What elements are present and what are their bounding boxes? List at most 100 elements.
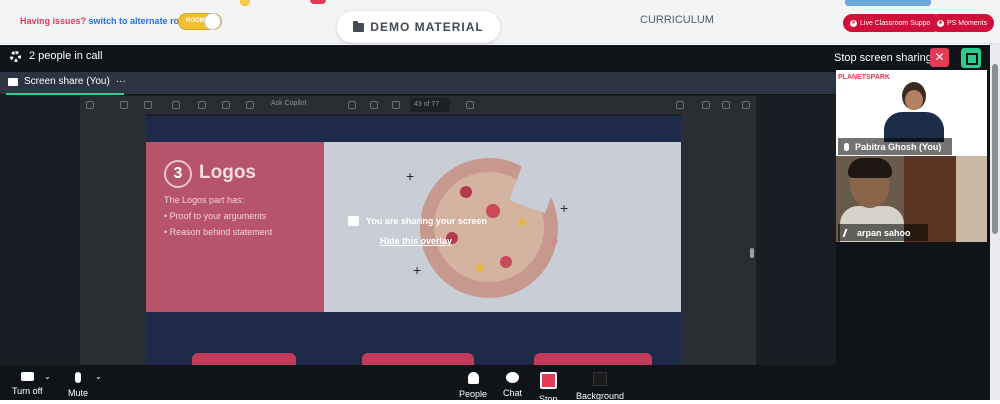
gear-icon[interactable] xyxy=(10,50,21,62)
share-view-button[interactable] xyxy=(961,48,981,68)
sharing-message: You are sharing your screen xyxy=(366,216,487,226)
people-label: People xyxy=(459,389,488,399)
people-count-text: 2 people in call xyxy=(29,50,103,62)
view-icon[interactable] xyxy=(198,101,206,109)
participant-name: arpan sahoo xyxy=(857,227,911,238)
brand-logo: PLANETSPARK xyxy=(838,74,890,81)
pdf-toolbar: Ask Copilot 43 of 77 xyxy=(80,96,756,114)
slide-right-label: P xyxy=(552,238,559,248)
issues-notice: Having issues? switch to alternate room xyxy=(20,16,193,26)
curriculum-tab[interactable]: CURRICULUM xyxy=(640,14,714,26)
live-support-label: Live Classroom Support xyxy=(860,19,935,27)
previous-slide xyxy=(146,116,681,142)
tab-screen-share[interactable]: Screen share (You) ··· xyxy=(8,76,126,87)
hide-overlay-link[interactable]: Hide this overlay xyxy=(380,236,452,246)
ask-copilot[interactable]: Ask Copilot xyxy=(271,100,306,107)
page-indicator[interactable]: 43 of 77 xyxy=(410,98,450,112)
chevron-down-icon[interactable]: ⌄ xyxy=(44,372,51,381)
page-scrollbar[interactable] xyxy=(990,44,1000,400)
chat-button[interactable]: Chat xyxy=(503,372,522,398)
highlight-icon[interactable] xyxy=(144,101,152,109)
mic-muted-icon xyxy=(842,228,853,237)
live-support-button[interactable]: ✕ Live Classroom Support xyxy=(843,14,942,32)
slide-title: Logos xyxy=(199,162,256,183)
pizza-topping xyxy=(476,264,484,272)
camera-icon xyxy=(20,372,34,381)
scrollbar-thumb[interactable] xyxy=(992,64,998,234)
page-number: 43 xyxy=(414,101,422,108)
mic-icon xyxy=(844,142,849,151)
background-icon xyxy=(593,372,608,386)
menu-icon[interactable] xyxy=(86,101,94,109)
slide-intro: The Logos part has: xyxy=(164,195,245,205)
pizza-topping xyxy=(486,204,500,218)
print-icon[interactable] xyxy=(702,101,710,109)
demo-material-button[interactable]: DEMO MATERIAL xyxy=(337,11,500,43)
share-tab-bar: Screen share (You) ··· xyxy=(0,72,836,94)
tab-screen-share-label: Screen share (You) xyxy=(24,76,110,87)
people-button[interactable]: People xyxy=(459,372,487,399)
plus-icon: + xyxy=(560,200,569,216)
stop-sharing-button[interactable]: ✕ xyxy=(930,48,949,67)
decor-bar xyxy=(845,0,931,6)
plus-icon: + xyxy=(413,262,422,278)
zoom-in-icon[interactable] xyxy=(370,101,378,109)
slide-ribbon xyxy=(534,353,652,365)
search-icon[interactable] xyxy=(676,101,684,109)
close-circle-icon: ✕ xyxy=(850,19,857,27)
person-icon xyxy=(467,372,479,384)
fit-icon[interactable] xyxy=(392,101,400,109)
switch-room-link[interactable]: switch to alternate room xyxy=(89,16,193,26)
pdf-margin-left xyxy=(80,114,146,365)
camera-label: Turn off xyxy=(12,386,43,396)
save-icon[interactable] xyxy=(722,101,730,109)
demo-material-label: DEMO MATERIAL xyxy=(370,20,484,34)
pizza-topping xyxy=(518,218,526,226)
slide-number: 3 xyxy=(164,160,192,188)
camera-button[interactable]: Turn off xyxy=(12,372,43,396)
more-icon[interactable]: ··· xyxy=(116,76,126,87)
chat-bubble-icon xyxy=(506,372,519,383)
room-toggle[interactable]: ROOM xyxy=(178,13,222,30)
plus-icon: + xyxy=(406,168,415,184)
slide-ribbon xyxy=(362,353,474,365)
slide-ribbon xyxy=(192,353,296,365)
background-wall xyxy=(956,156,987,242)
draw-icon[interactable] xyxy=(120,101,128,109)
slide-bullet-text: Reason behind statement xyxy=(169,227,273,237)
mute-button[interactable]: Mute xyxy=(68,372,88,398)
share-screen-icon xyxy=(348,216,359,226)
mic-icon xyxy=(75,372,81,383)
toggle-knob xyxy=(204,13,221,30)
ps-moments-button[interactable]: ★ PS Moments xyxy=(930,14,995,32)
room-toggle-label: ROOM xyxy=(186,18,205,24)
background-button[interactable]: Background xyxy=(576,372,624,401)
translate-icon[interactable] xyxy=(246,101,254,109)
decor-bar xyxy=(240,0,250,6)
folder-icon xyxy=(353,20,365,32)
settings-icon[interactable] xyxy=(742,101,750,109)
classroom-header: Having issues? switch to alternate room … xyxy=(0,0,1000,44)
call-controls xyxy=(0,365,990,400)
issues-text: Having issues? xyxy=(20,16,87,26)
participant-name-tag: arpan sahoo xyxy=(838,224,928,241)
sharing-overlay-message: You are sharing your screen xyxy=(348,216,487,226)
stop-label: Stop xyxy=(539,394,558,404)
rotate-icon[interactable] xyxy=(466,101,474,109)
slide-bullet-text: Proof to your arguments xyxy=(169,211,267,221)
chevron-down-icon[interactable]: ⌄ xyxy=(95,372,102,381)
page-total: of 77 xyxy=(423,101,440,108)
zoom-out-icon[interactable] xyxy=(348,101,356,109)
chat-label: Chat xyxy=(503,388,523,398)
stop-sharing-label[interactable]: Stop screen sharing xyxy=(834,52,932,64)
pizza-topping xyxy=(460,186,472,198)
participant-name-tag: Pabitra Ghosh (You) xyxy=(838,138,952,155)
eraser-icon[interactable] xyxy=(172,101,180,109)
read-aloud-icon[interactable] xyxy=(222,101,230,109)
people-count: 2 people in call xyxy=(10,50,102,62)
slide-bullet: • Proof to your arguments xyxy=(164,211,267,221)
pizza-topping xyxy=(500,256,512,268)
mute-label: Mute xyxy=(68,388,89,398)
stop-share-button[interactable]: Stop xyxy=(539,372,558,404)
pdf-scroll-thumb[interactable] xyxy=(750,248,754,258)
